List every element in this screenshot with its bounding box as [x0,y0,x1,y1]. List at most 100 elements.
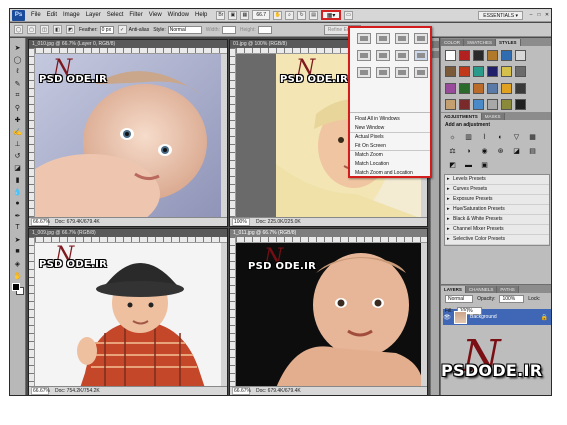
tab-adjustments[interactable]: ADJUSTMENTS [441,113,482,120]
marquee-tool-icon[interactable]: ◯ [12,54,24,65]
menu-match-zoom-location[interactable]: Match Zoom and Location [350,169,430,178]
hand-icon[interactable]: ✋ [273,10,283,20]
maximize-icon[interactable]: □ [536,11,542,18]
menu-select[interactable]: Select [104,12,127,18]
channel-mixer-icon[interactable]: ⊛ [495,146,506,156]
lasso-tool-icon[interactable]: ℓ [12,66,24,77]
vertical-scrollbar[interactable] [221,243,227,386]
layout-3up-vertical-icon[interactable] [414,33,428,44]
brush-tool-icon[interactable]: ✍ [12,126,24,137]
preset-curves[interactable]: Curves Presets [445,185,549,195]
preset-channel-mixer[interactable]: Channel Mixer Presets [445,225,549,235]
menu-edit[interactable]: Edit [44,12,60,18]
style-swatch[interactable] [473,98,484,110]
screen-mode-icon[interactable]: ▭ [344,10,354,20]
exposure-icon[interactable]: ◐ [495,132,506,142]
quick-select-tool-icon[interactable]: ✎ [12,78,24,89]
subtract-selection-icon[interactable]: ◧ [53,25,62,34]
style-swatch[interactable] [501,50,512,61]
style-swatch[interactable] [459,66,470,78]
style-swatch[interactable] [473,50,484,61]
zoom-readout[interactable]: 100% [232,218,250,226]
opacity-input[interactable]: 100% [499,295,525,303]
black-white-icon[interactable]: ◑ [463,146,474,156]
extras-icon[interactable]: ▦ [240,10,250,20]
layout-5up-icon[interactable] [357,67,371,78]
layout-5up-alt-icon[interactable] [376,67,390,78]
invert-icon[interactable]: ◪ [511,146,522,156]
style-swatch[interactable] [487,50,498,61]
add-selection-icon[interactable]: ◫ [40,25,49,34]
style-select[interactable]: Normal [167,25,202,34]
curves-icon[interactable]: ⌇ [479,132,490,142]
preset-levels[interactable]: Levels Presets [445,175,549,185]
blend-mode-select[interactable]: Normal [445,295,474,303]
menu-view[interactable]: View [146,12,165,18]
menu-filter[interactable]: Filter [126,12,145,18]
style-swatch[interactable] [445,98,456,110]
document-title[interactable]: 1_010.jpg @ 66.7% (Layer 0, RGB/8) [29,40,227,48]
menu-new-window[interactable]: New Window [350,124,430,133]
doc-size-info[interactable]: Doc: 225.0K/225.0K [256,219,301,225]
layout-2up-horizontal-icon[interactable] [395,33,409,44]
style-swatch[interactable] [487,66,498,78]
blur-tool-icon[interactable]: 💧 [12,186,24,197]
history-brush-icon[interactable]: ↺ [12,150,24,161]
eyedropper-tool-icon[interactable]: ⚲ [12,102,24,113]
tab-swatches[interactable]: SWATCHES [464,39,497,46]
style-swatch[interactable] [459,50,470,61]
layout-6up-icon[interactable] [395,67,409,78]
3d-tool-icon[interactable]: ◈ [12,258,24,269]
style-swatch[interactable] [445,82,456,94]
doc-size-info[interactable]: Doc: 679.4K/679.4K [256,388,301,394]
workspace-switcher[interactable]: ESSENTIALS ▾ [478,11,523,20]
menu-match-location[interactable]: Match Location [350,160,430,169]
style-swatch[interactable] [459,98,470,110]
foreground-color-swatch[interactable] [12,283,20,291]
layout-3up-horizontal-icon[interactable] [357,50,371,61]
zoom-icon[interactable]: ⌕ [285,10,295,20]
eraser-tool-icon[interactable]: ◪ [12,162,24,173]
tab-layers[interactable]: LAYERS [441,286,466,293]
tab-color[interactable]: COLOR [441,39,465,46]
style-swatch[interactable] [515,98,526,110]
layout-consolidate-icon[interactable] [357,33,371,44]
document-window-4[interactable]: 1_011.jpg @ 66.7% (RGB/8) N PSD ODE.IR 6… [229,228,428,395]
photo-filter-icon[interactable]: ◉ [479,146,490,156]
layer-name[interactable]: Background [470,314,497,320]
style-swatch[interactable] [487,98,498,110]
brightness-icon[interactable]: ☼ [447,132,458,142]
shape-tool-icon[interactable]: ■ [12,246,24,257]
new-selection-icon[interactable]: ▢ [27,25,36,34]
doc-size-info[interactable]: Doc: 754.2K/754.2K [55,388,100,394]
style-swatch[interactable] [515,50,526,61]
menu-fit-on-screen[interactable]: Fit On Screen [350,142,430,151]
document-window-1[interactable]: 1_010.jpg @ 66.7% (Layer 0, RGB/8) N PSD… [28,39,228,227]
style-swatch[interactable] [473,66,484,78]
tab-paths[interactable]: PATHS [497,286,519,293]
path-select-icon[interactable]: ➤ [12,234,24,245]
style-swatch[interactable] [515,82,526,94]
tab-styles[interactable]: STYLES [496,39,521,46]
hue-sat-icon[interactable]: ▦ [527,132,538,142]
actions-panel-icon[interactable] [432,51,439,58]
zoom-readout[interactable]: 66.67% [31,218,50,226]
preset-black-white[interactable]: Black & White Presets [445,215,549,225]
feather-input[interactable]: 0 px [99,25,114,34]
close-icon[interactable]: ✕ [544,11,550,18]
tab-masks[interactable]: MASKS [481,113,505,120]
preset-exposure[interactable]: Exposure Presets [445,195,549,205]
style-swatch[interactable] [487,82,498,94]
minimize-icon[interactable]: – [528,11,534,18]
pen-tool-icon[interactable]: ✒ [12,210,24,221]
layout-3up-stacked-icon[interactable] [376,50,390,61]
preset-selective-color[interactable]: Selective Color Presets [445,235,549,245]
width-input[interactable] [221,25,236,34]
zoom-readout[interactable]: 66.67% [232,387,251,395]
style-swatch[interactable] [473,82,484,94]
antialias-checkbox[interactable]: ✓ [117,25,127,34]
gradient-tool-icon[interactable]: ▮ [12,174,24,185]
document-title[interactable]: 1_011.jpg @ 66.7% (RGB/8) [230,229,427,237]
dodge-tool-icon[interactable]: ● [12,198,24,209]
layout-4up-icon[interactable] [395,50,409,61]
